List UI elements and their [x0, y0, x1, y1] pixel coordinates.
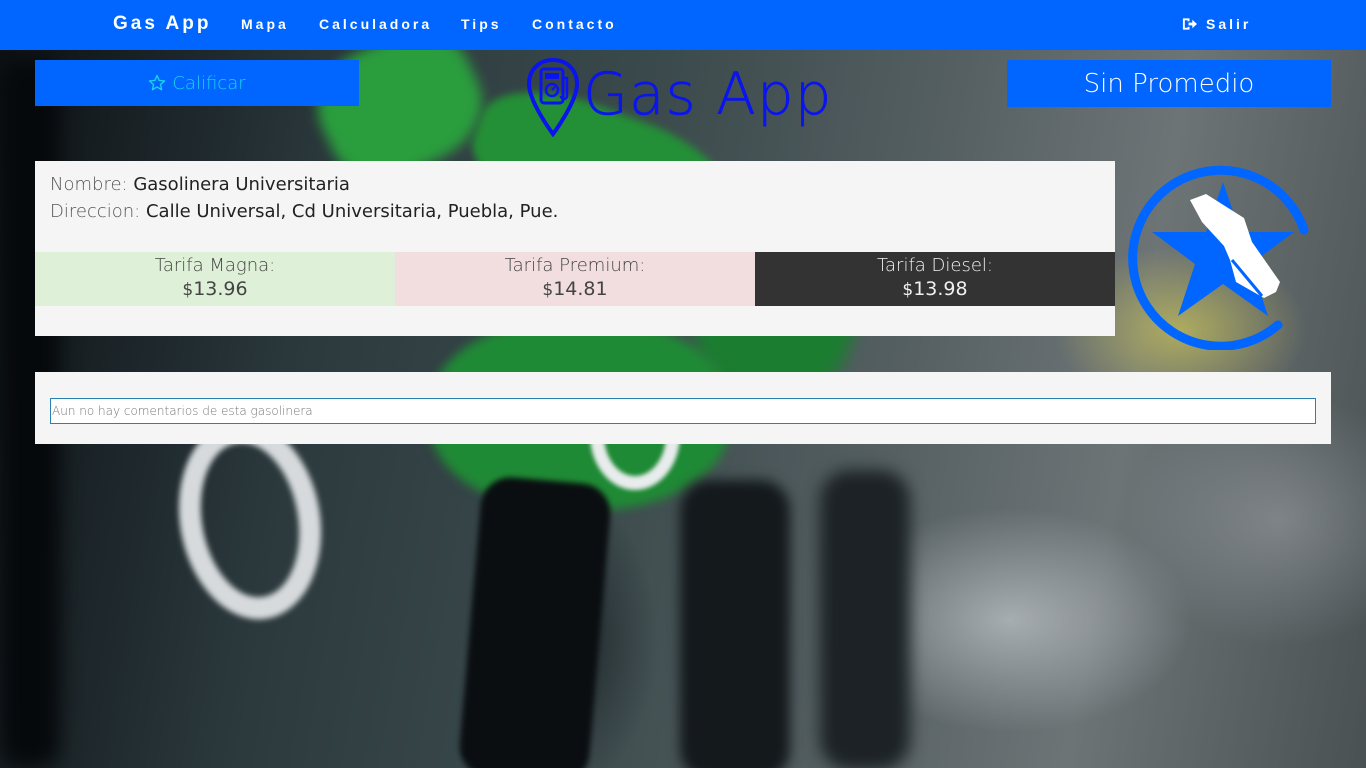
station-address: Calle Universal, Cd Universitaria, Puebl…	[145, 201, 559, 222]
average-rating-label: Sin Promedio	[1083, 68, 1255, 99]
comment-input[interactable]	[50, 398, 1316, 424]
station-name-row: Nombre: Gasolinera Universitaria	[50, 174, 350, 195]
sign-out-icon	[1182, 18, 1197, 30]
gas-pin-icon	[527, 58, 579, 138]
station-info-panel: Nombre: Gasolinera Universitaria Direcci…	[35, 161, 1115, 336]
logout-button[interactable]: Salir	[1182, 16, 1251, 32]
tariff-diesel-label: Tarifa Diesel:	[877, 255, 993, 276]
tariff-premium-label: Tarifa Premium:	[504, 255, 646, 276]
tariff-diesel: Tarifa Diesel: $13.98	[755, 252, 1115, 306]
station-name: Gasolinera Universitaria	[133, 174, 350, 195]
nav-link-contacto[interactable]: Contacto	[532, 16, 617, 32]
tariff-magna-price: $13.96	[182, 278, 248, 300]
star-outline-icon	[149, 74, 166, 91]
tariff-magna: Tarifa Magna: $13.96	[35, 252, 395, 306]
rate-button-label: Calificar	[172, 72, 246, 94]
tariff-diesel-price: $13.98	[902, 278, 968, 300]
logo-title: Gas App	[583, 60, 833, 129]
comments-panel	[35, 372, 1331, 444]
logout-label: Salir	[1206, 16, 1252, 32]
station-address-label: Direccion:	[50, 201, 141, 222]
tariff-magna-label: Tarifa Magna:	[154, 255, 276, 276]
station-address-row: Direccion: Calle Universal, Cd Universit…	[50, 201, 558, 222]
nav-link-tips[interactable]: Tips	[461, 16, 502, 32]
tariff-premium: Tarifa Premium: $14.81	[395, 252, 755, 306]
tariff-premium-price: $14.81	[542, 278, 608, 300]
average-rating: Sin Promedio	[1007, 60, 1331, 107]
navbar: Gas App Mapa Calculadora Tips Contacto S…	[0, 0, 1366, 50]
nav-link-calculadora[interactable]: Calculadora	[319, 16, 432, 32]
app-logo: Gas App	[527, 58, 832, 138]
navbar-brand[interactable]: Gas App	[113, 13, 211, 35]
station-name-label: Nombre:	[50, 174, 128, 195]
nav-link-mapa[interactable]: Mapa	[241, 16, 289, 32]
star-fuel-nozzle-icon	[1128, 165, 1309, 350]
rate-button[interactable]: Calificar	[35, 60, 359, 106]
